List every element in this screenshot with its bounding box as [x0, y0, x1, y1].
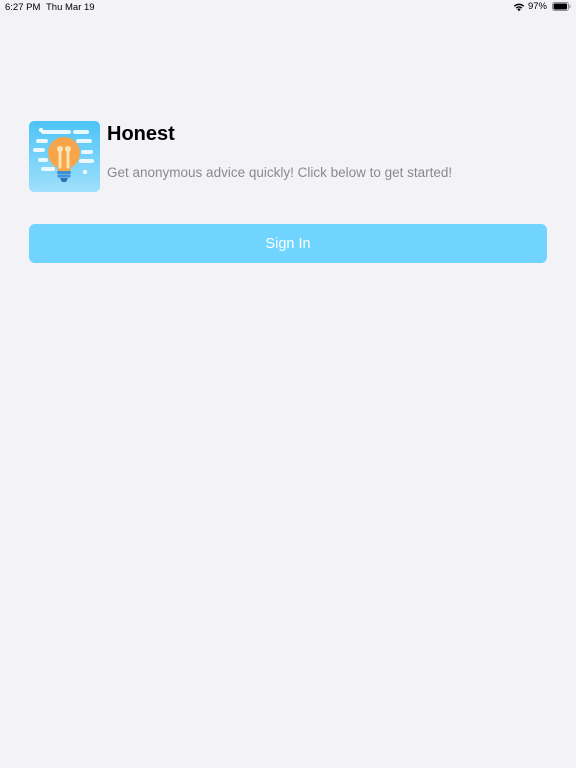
- sign-in-button[interactable]: Sign In: [29, 224, 547, 263]
- status-bar: 6:27 PM Thu Mar 19 97%: [0, 0, 576, 16]
- lightbulb-icon: [29, 121, 100, 192]
- wifi-icon: [513, 3, 525, 11]
- app-title: Honest: [107, 123, 175, 145]
- app-logo-icon: [29, 121, 100, 192]
- sign-in-button-label: Sign In: [265, 235, 311, 252]
- battery-percent: 97%: [527, 1, 547, 12]
- status-time: 6:27 PM: [5, 2, 41, 13]
- status-date: Thu Mar 19: [46, 2, 95, 13]
- status-indicators: 97%: [513, 1, 571, 12]
- app-subtitle: Get anonymous advice quickly! Click belo…: [107, 165, 453, 180]
- battery-icon: [552, 2, 571, 11]
